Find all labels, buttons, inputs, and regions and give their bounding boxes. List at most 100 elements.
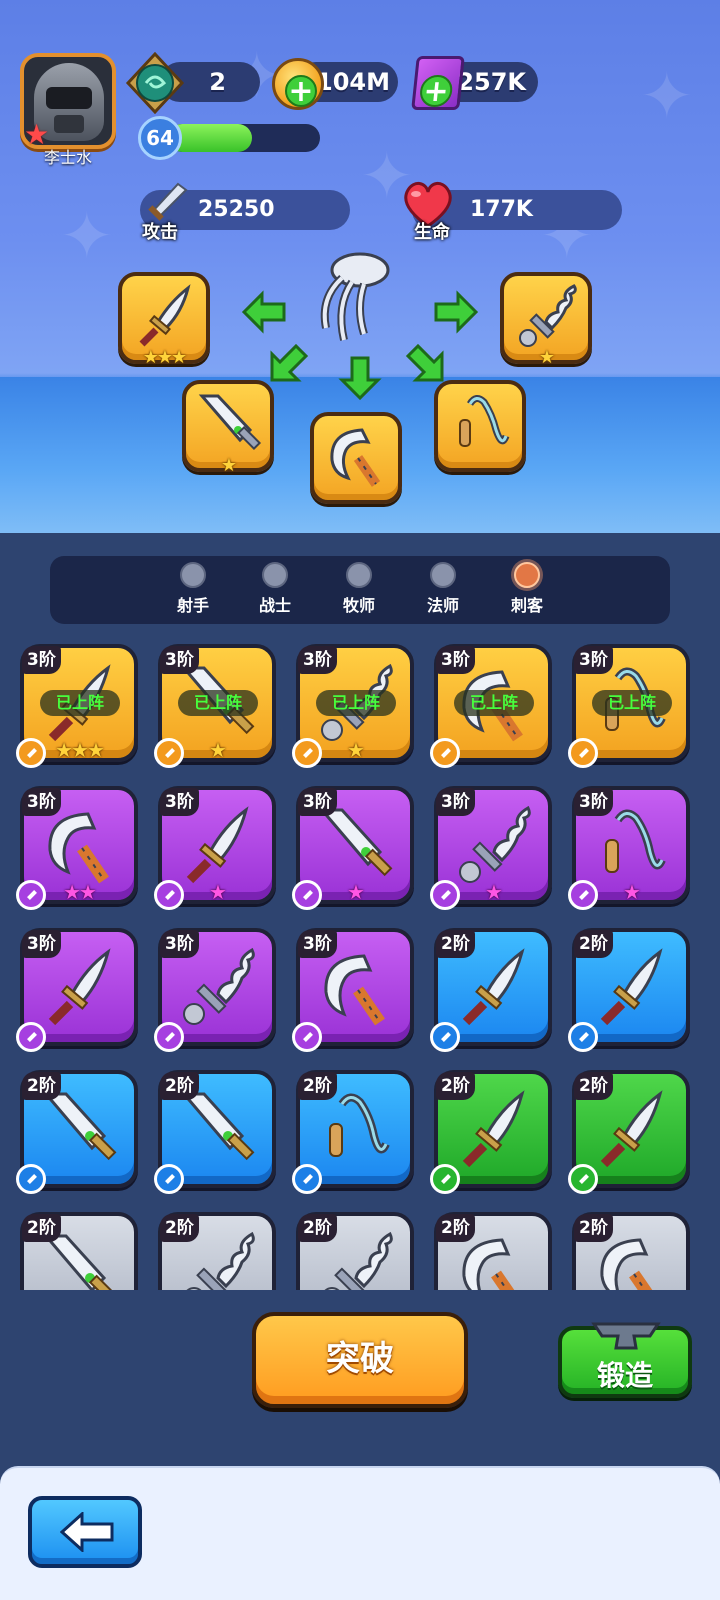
hp-label: 生命 [414,222,450,243]
tier-badge: 2阶 [160,1214,199,1242]
tier-badge: 3阶 [574,788,613,816]
loadout-slot[interactable]: ★ [500,272,592,368]
inventory-card[interactable]: 2阶 [572,1212,690,1290]
book-plus-icon[interactable]: + [411,56,465,110]
tab-mage[interactable]: 法师 [408,562,478,616]
tier-badge: 2阶 [574,1214,613,1242]
assassin-class-icon [568,1164,598,1194]
inventory-card[interactable]: 2阶 [434,1212,552,1290]
assassin-class-icon [154,880,184,910]
anvil-icon [591,1322,661,1350]
arrow-down-left-icon [270,343,309,382]
assassin-class-icon [16,880,46,910]
assassin-class-icon [16,738,46,768]
loadout-slot[interactable] [434,380,526,472]
loadout-slot[interactable] [310,412,402,504]
inventory-card[interactable]: 2阶 [292,1070,414,1194]
inventory-card[interactable]: 3阶 ★★ [16,786,138,910]
inventory-card[interactable]: 2阶 [154,1070,276,1194]
tab-archer[interactable]: 射手 [158,562,228,616]
inventory-card[interactable]: 3阶 ★ [430,786,552,910]
equipped-label: 已上阵 [178,690,258,716]
tier-badge: 3阶 [160,930,199,958]
inventory-card[interactable]: 3阶 已上阵 ★★★ [16,644,138,768]
inventory-card[interactable]: 3阶 已上阵 ★ [154,644,276,768]
dagger-icon [600,1090,663,1168]
dagger-icon [48,948,111,1026]
coin-plus-icon[interactable]: + [272,58,324,110]
hook-blade-icon [330,428,381,487]
assassin-class-icon [568,880,598,910]
breakthrough-button[interactable]: 突破 [252,1312,468,1408]
claw-icon [320,252,390,341]
tier-badge: 3阶 [160,646,199,674]
tab-warrior[interactable]: 战士 [240,562,310,616]
inventory-card[interactable]: 3阶 ★ [568,786,690,910]
inventory-card[interactable]: 2阶 [568,928,690,1052]
tier-badge: 2阶 [160,1072,199,1100]
inventory-card[interactable]: 3阶 ★ [292,786,414,910]
broad-sword-icon [198,394,262,451]
wavy-dagger-icon [459,805,531,883]
inventory-card[interactable]: 2阶 [430,928,552,1052]
assassin-class-icon [430,1022,460,1052]
tier-badge: 2阶 [298,1214,337,1242]
inventory-card[interactable]: 3阶 已上阵 [430,644,552,768]
dagger-icon [462,948,525,1026]
tier-badge: 3阶 [436,788,475,816]
assassin-class-icon [154,738,184,768]
back-arrow-icon [60,1512,114,1552]
loadout-slot[interactable]: ★★★ [118,272,210,368]
dagger-icon [514,562,540,588]
inventory-card[interactable]: 3阶 [16,928,138,1052]
grappling-hook-icon [605,809,666,873]
attack-label: 攻击 [142,222,178,243]
assassin-class-icon [154,1022,184,1052]
inventory-card[interactable]: 2阶 [20,1212,138,1290]
inventory-card[interactable]: 2阶 [158,1212,276,1290]
tab-priest[interactable]: 牧师 [324,562,394,616]
inventory-card[interactable]: 3阶 [292,928,414,1052]
assassin-class-icon [430,1164,460,1194]
assassin-class-icon [568,1022,598,1052]
inventory-card[interactable]: 3阶 ★ [154,786,276,910]
inventory-card[interactable]: 2阶 [16,1070,138,1194]
assassin-class-icon [154,1164,184,1194]
inventory-card[interactable]: 2阶 [430,1070,552,1194]
tier-badge: 3阶 [298,646,337,674]
level-badge: 64 [138,116,182,160]
inventory-card[interactable]: 3阶 已上阵 ★ [292,644,414,768]
tier-badge: 3阶 [160,788,199,816]
assassin-class-icon [16,1164,46,1194]
tier-badge: 2阶 [436,1214,475,1242]
assassin-class-icon [292,880,322,910]
assassin-class-icon [568,738,598,768]
assassin-class-icon [292,1164,322,1194]
class-tab-bar: 射手 战士 牧师 法师 刺客 [50,556,670,624]
inventory-card[interactable]: 2阶 [296,1212,414,1290]
loadout-slot[interactable]: ★ [182,380,274,476]
wavy-dagger-icon [519,284,577,347]
arrow-down-right-icon [405,343,444,382]
assassin-class-icon [430,738,460,768]
inventory-card[interactable]: 2阶 [568,1070,690,1194]
tier-badge: 2阶 [436,1072,475,1100]
back-button[interactable] [28,1496,142,1568]
inventory-card[interactable]: 3阶 已上阵 [568,644,690,768]
wavy-dagger-icon [183,947,255,1025]
bow-icon [180,562,206,588]
sparkle-decoration: ✦ [640,60,694,134]
sparkle-decoration: ✦ [60,200,114,274]
dagger-icon [186,806,249,884]
tier-badge: 2阶 [574,930,613,958]
equipped-label: 已上阵 [40,690,120,716]
assassin-class-icon [292,1022,322,1052]
tier-badge: 3阶 [298,930,337,958]
assassin-class-icon [430,880,460,910]
tab-assassin[interactable]: 刺客 [492,562,562,616]
equipped-label: 已上阵 [454,690,534,716]
tier-badge: 3阶 [22,788,61,816]
hook-blade-icon [48,812,109,884]
inventory-card[interactable]: 3阶 [154,928,276,1052]
tier-badge: 2阶 [22,1214,61,1242]
